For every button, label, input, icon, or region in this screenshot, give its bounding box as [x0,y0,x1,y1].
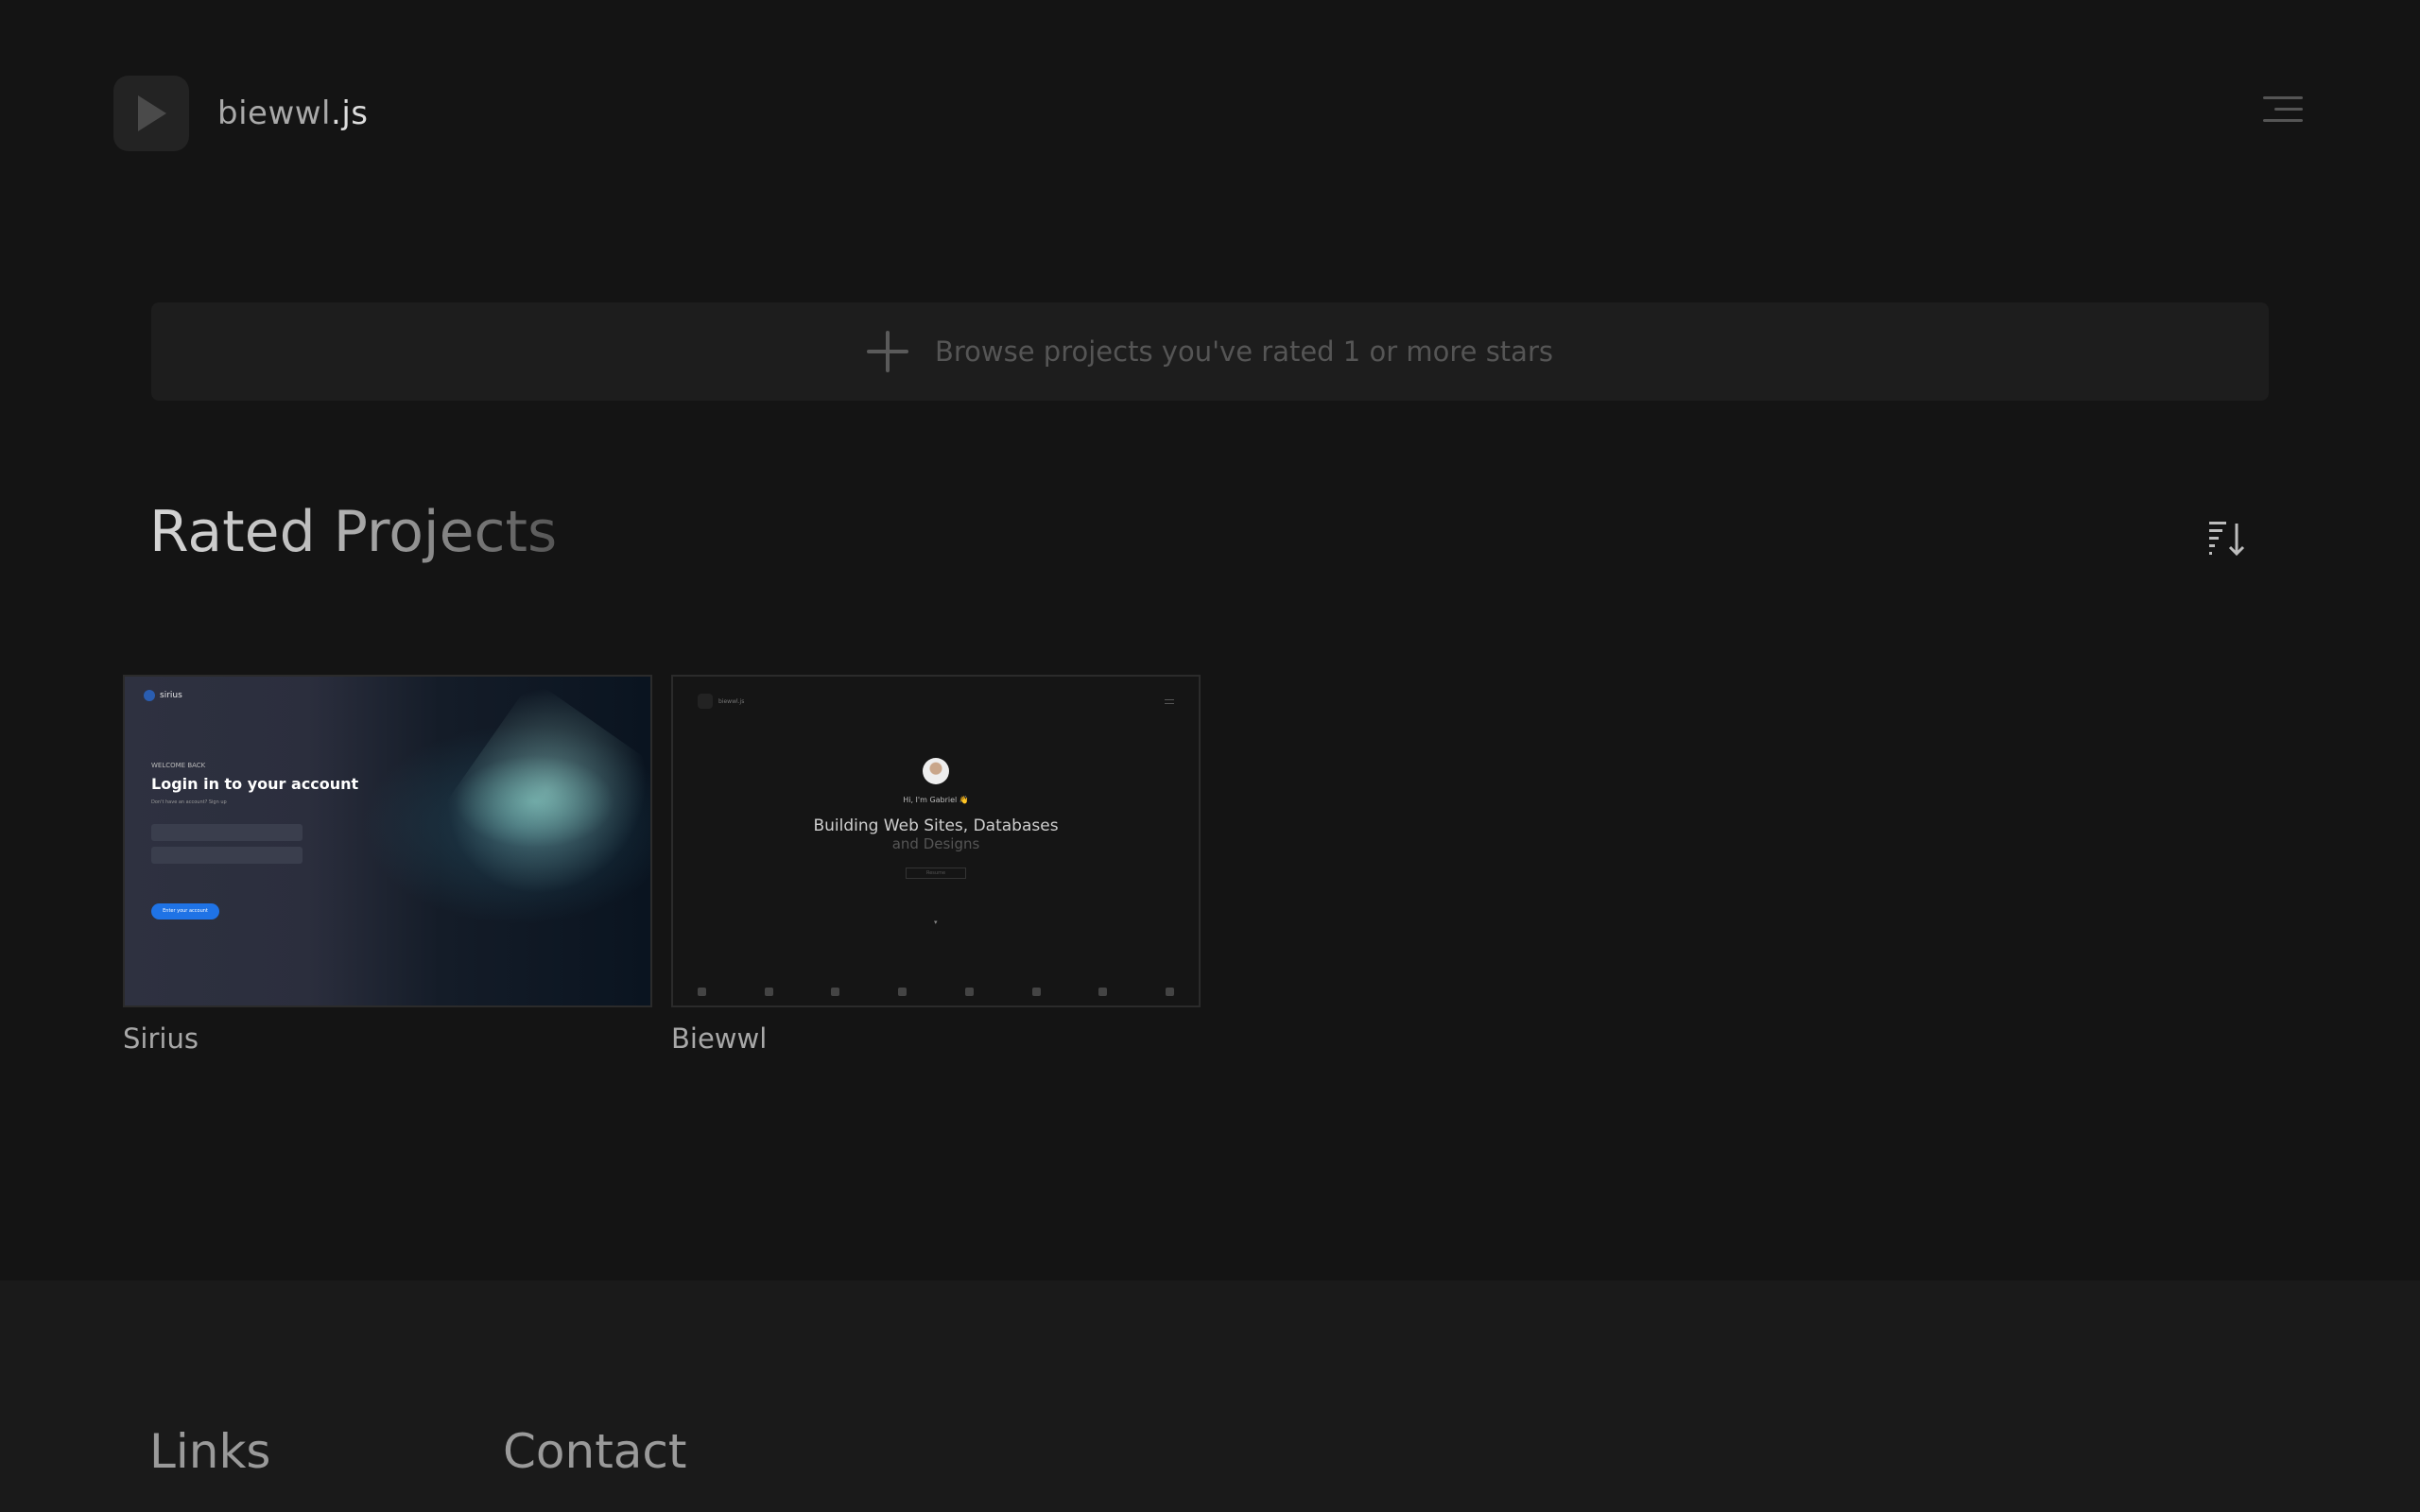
tech-icon [898,988,908,996]
menu-button[interactable] [2263,93,2303,127]
tech-icon [964,988,974,996]
preview-logo-text: biewwl.js [718,697,745,705]
page: biewwl.js Browse projects you've rated 1… [0,0,2420,1512]
sirius-logo-icon [144,690,155,701]
brand-name-text: biewwl [217,94,332,132]
nebula-image [412,679,650,958]
preview-password-field [151,847,302,864]
project-title[interactable]: Sirius [123,1022,652,1055]
hamburger-menu-icon-line [2263,119,2303,122]
preview-logo: biewwl.js [698,694,744,709]
tech-icon [1098,988,1108,996]
site-footer: Links Contact [0,1280,2420,1512]
preview-avatar [923,758,949,784]
preview-logo: sirius [144,690,182,701]
preview-button: Enter your account [151,903,219,919]
project-card-biewwl[interactable]: biewwl.js Hi, I'm Gabriel 👋 Building Web… [671,675,1201,1055]
tech-icon [831,988,840,996]
sort-descending-icon [2209,522,2245,557]
tech-icon [1165,988,1174,996]
preview-headline-faded: and Designs [891,835,980,852]
plus-icon [867,331,908,372]
project-title[interactable]: Biewwl [671,1022,1201,1055]
project-thumbnail[interactable]: biewwl.js Hi, I'm Gabriel 👋 Building Web… [671,675,1201,1007]
footer-contact-heading: Contact [503,1424,687,1479]
tech-icon [764,988,773,996]
preview-menu-icon [1165,699,1174,704]
sort-button[interactable] [2206,518,2248,559]
footer-links-heading: Links [149,1424,271,1479]
brand-name[interactable]: biewwl.js [217,94,368,132]
preview-logo-text: sirius [160,691,182,700]
tech-icon [1031,988,1041,996]
brand-suffix: .js [331,94,369,132]
play-icon [138,95,166,131]
preview-heading: Login in to your account [151,775,359,793]
browse-label: Browse projects you've rated 1 or more s… [935,335,1553,368]
preview-headline: Building Web Sites, Databases [813,816,1059,835]
hamburger-menu-icon-line [2274,108,2303,111]
preview-logo-icon [698,694,713,709]
preview-email-field [151,824,302,841]
site-header: biewwl.js [113,76,368,151]
chevron-down-icon: ▾ [934,919,938,926]
project-card-sirius[interactable]: sirius WELCOME BACK Login in to your acc… [123,675,652,1055]
preview-greeting: Hi, I'm Gabriel 👋 [903,796,969,804]
tech-icon [698,988,706,996]
browse-rated-projects-button[interactable]: Browse projects you've rated 1 or more s… [151,302,2269,401]
preview-tech-icons [698,988,1174,996]
hamburger-menu-icon [2263,96,2303,99]
brand-logo[interactable] [113,76,189,151]
preview-welcome: WELCOME BACK [151,762,206,769]
project-thumbnail[interactable]: sirius WELCOME BACK Login in to your acc… [123,675,652,1007]
preview-subtext: Don't have an account? Sign up [151,799,227,805]
section-title: Rated Projects [149,499,558,565]
preview-button: Resume [906,868,966,879]
